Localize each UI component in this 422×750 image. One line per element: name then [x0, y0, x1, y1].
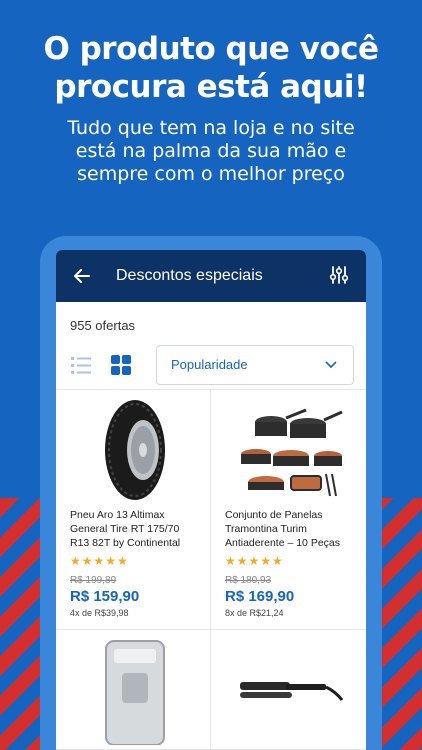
grid-view-icon[interactable]: [110, 354, 132, 376]
product-image-tire: [70, 398, 200, 502]
promo-subheadline: Tudo que tem na loja e no site está na p…: [0, 117, 422, 186]
product-grid: Pneu Aro 13 Altimax General Tire RT 175/…: [56, 390, 366, 750]
product-card[interactable]: [56, 630, 211, 750]
back-arrow-icon[interactable]: [70, 264, 94, 288]
results-count: 955 ofertas: [70, 318, 136, 333]
product-image-water-purifier: [70, 638, 200, 745]
product-card[interactable]: Pneu Aro 13 Altimax General Tire RT 175/…: [56, 390, 211, 630]
installments: 8x de R$21,24: [225, 608, 284, 618]
rating-stars-icon: ★★★★★: [70, 554, 129, 568]
installments: 4x de R$39,98: [70, 608, 129, 618]
product-image-hair-straightener: [225, 638, 356, 742]
subhead-line-1: Tudo que tem na loja e no site: [67, 117, 355, 139]
page-title: Descontos especiais: [116, 267, 263, 284]
old-price: R$ 180,93: [225, 575, 272, 586]
results-toolbar: Popularidade: [56, 340, 366, 390]
rating-stars-icon: ★★★★★: [225, 554, 284, 568]
promo-headline: O produto que você procura está aqui!: [0, 30, 422, 106]
subhead-line-3: sempre com o melhor preço: [77, 163, 345, 185]
price: R$ 169,90: [225, 588, 295, 605]
app-screen: Descontos especiais 955 ofertas Populari…: [56, 250, 366, 750]
sort-dropdown[interactable]: Popularidade: [156, 344, 354, 385]
product-card[interactable]: Conjunto de Panelas Tramontina Turim Ant…: [211, 390, 366, 630]
chevron-down-icon: [325, 357, 337, 372]
product-image-cookware: [225, 398, 356, 502]
sort-selected-value: Popularidade: [171, 357, 248, 372]
headline-line-2: procura está aqui!: [54, 69, 368, 105]
product-name: Pneu Aro 13 Altimax General Tire RT 175/…: [70, 509, 181, 549]
old-price: R$ 199,89: [70, 575, 117, 586]
product-name: Conjunto de Panelas Tramontina Turim Ant…: [225, 509, 340, 549]
headline-line-1: O produto que você: [43, 31, 379, 67]
app-bar: Descontos especiais: [56, 250, 366, 302]
filter-sliders-icon[interactable]: [328, 264, 352, 288]
subhead-line-2: está na palma da sua mão e: [75, 140, 347, 162]
phone-frame: Descontos especiais 955 ofertas Populari…: [40, 236, 382, 750]
price: R$ 159,90: [70, 588, 140, 605]
list-view-icon[interactable]: [70, 354, 92, 376]
product-card[interactable]: [211, 630, 366, 750]
